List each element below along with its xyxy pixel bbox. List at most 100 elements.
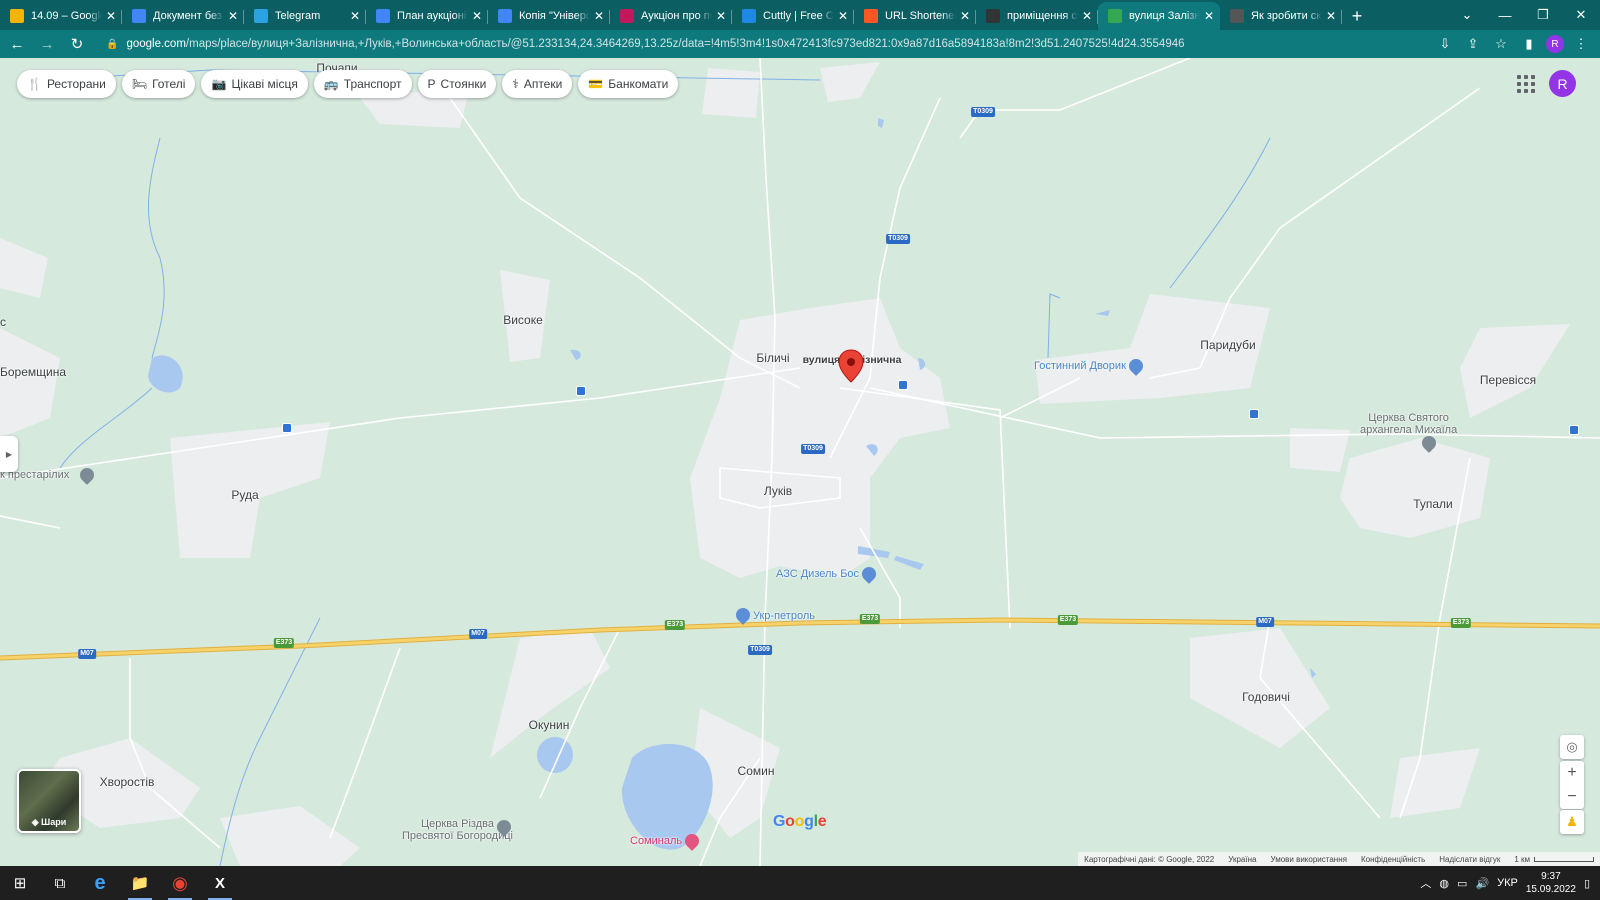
filter-chip[interactable]: 🛏 Готелі [121,70,196,98]
poi-gas-station-ukrpetrol[interactable]: Укр-петроль [753,610,815,622]
forward-button[interactable]: → [34,31,60,57]
tray-expand-icon[interactable]: ︿ [1420,875,1431,891]
bus-stop-icon[interactable] [898,380,908,390]
profile-avatar[interactable]: R [1546,35,1564,53]
tab-close-icon[interactable]: ✕ [716,9,726,23]
notifications-icon[interactable]: ▯ [1584,877,1590,890]
tab-close-icon[interactable]: ✕ [1082,9,1092,23]
bus-stop-icon[interactable] [1249,409,1259,419]
task-view-icon[interactable]: ⧉ [40,866,80,900]
tab-close-icon[interactable]: ✕ [228,9,238,23]
file-explorer-icon[interactable]: 📁 [120,866,160,900]
browser-tab[interactable]: вулиця Залізни ✕ [1098,2,1220,30]
place-label[interactable]: Сомин [738,764,775,778]
tab-close-icon[interactable]: ✕ [1326,9,1336,23]
place-label[interactable]: Окунин [529,718,570,732]
expand-side-panel-button[interactable]: ▶ [0,436,18,472]
zoom-controls: + − [1560,761,1584,809]
map-pin-icon[interactable] [838,349,864,388]
share-icon[interactable]: ⇪ [1462,33,1484,55]
layers-button[interactable]: ◈ Шари [17,769,81,833]
minimize-button[interactable]: — [1486,0,1524,30]
browser-tab[interactable]: Аукціон про пе ✕ [610,2,732,30]
zoom-out-button[interactable]: − [1560,785,1584,809]
language-indicator[interactable]: УКР [1497,877,1518,889]
browser-tab[interactable]: приміщення ск ✕ [976,2,1098,30]
place-label[interactable]: Високе [503,313,543,327]
account-avatar[interactable]: R [1549,70,1576,97]
browser-tab[interactable]: Документ без н ✕ [122,2,244,30]
new-tab-button[interactable]: + [1342,2,1372,30]
feedback-link[interactable]: Надіслати відгук [1439,855,1500,864]
browser-menu-icon[interactable]: ⋮ [1570,33,1592,55]
poi-church-rizdva[interactable]: Церква Різдва Пресвятої Богородиці [402,818,513,842]
filter-chip[interactable]: P Стоянки [417,70,497,98]
browser-tab[interactable]: План аукціонів ✕ [366,2,488,30]
telegram-tray-icon[interactable]: ◍ [1439,877,1449,890]
filter-chip[interactable]: 💳 Банкомати [578,70,679,98]
browser-tab[interactable]: URL Shortener - ✕ [854,2,976,30]
tab-close-icon[interactable]: ✕ [838,9,848,23]
network-icon[interactable]: ▭ [1457,877,1467,890]
close-window-button[interactable]: ✕ [1562,0,1600,30]
browser-tab[interactable]: Telegram ✕ [244,2,366,30]
tab-search-icon[interactable]: ⌄ [1448,0,1486,30]
place-label[interactable]: Руда [231,488,258,502]
browser-tab[interactable]: Cuttly | Free Cu ✕ [732,2,854,30]
place-label[interactable]: Луків [764,484,792,498]
lock-icon[interactable]: 🔒 [106,39,118,50]
start-icon[interactable]: ⊞ [0,866,40,900]
filter-chip[interactable]: ⚕ Аптеки [502,70,573,98]
browser-tab[interactable]: 14.09 – Google Д ✕ [0,2,122,30]
volume-icon[interactable]: 🔊 [1475,877,1489,890]
browser-tab[interactable]: Як зробити скр ✕ [1220,2,1342,30]
tab-close-icon[interactable]: ✕ [960,9,970,23]
filter-chip[interactable]: 🍴 Ресторани [17,70,116,98]
place-label[interactable]: Тупали [1413,497,1453,511]
edge-icon[interactable]: e [80,866,120,900]
place-label[interactable]: Біличі [756,351,789,365]
bus-stop-icon[interactable] [576,386,586,396]
privacy-link[interactable]: Конфіденційність [1361,855,1425,864]
place-label[interactable]: Паридуби [1200,338,1255,352]
excel-icon[interactable]: X [200,866,240,900]
filter-chip[interactable]: 🚌 Транспорт [313,70,412,98]
tab-close-icon[interactable]: ✕ [594,9,604,23]
address-bar[interactable]: 🔒 google.com/maps/place/вулиця+Залізничн… [98,31,1426,57]
place-label[interactable]: Годовичі [1242,690,1290,704]
terms-link[interactable]: Умови використання [1270,855,1346,864]
filter-chip[interactable]: 📷 Цікаві місця [201,70,308,98]
restore-button[interactable]: ❐ [1524,0,1562,30]
map-canvas[interactable]: Почапи Високе Біличі Боремщина Паридуби … [0,58,1600,866]
my-location-button[interactable]: ◎ [1560,735,1584,759]
scale-bar[interactable]: 1 км [1514,855,1594,864]
poi-gas-station[interactable]: АЗС Дизель Бос [776,564,880,584]
side-panel-icon[interactable]: ▮ [1518,33,1540,55]
reload-button[interactable]: ↻ [64,31,90,57]
country-link[interactable]: Україна [1228,855,1256,864]
place-label[interactable]: Перевісся [1480,373,1536,387]
poi-hotel[interactable]: Гостинний Дворик [1034,356,1146,376]
place-label[interactable]: Боремщина [0,365,66,379]
chip-label: Аптеки [523,77,563,91]
bus-stop-icon[interactable] [1569,425,1579,435]
clock[interactable]: 9:37 15.09.2022 [1526,870,1576,896]
browser-tab[interactable]: Копія "Універси ✕ [488,2,610,30]
tab-close-icon[interactable]: ✕ [350,9,360,23]
poi-church[interactable]: Церква Святого архангела Михаїла [1360,412,1457,436]
street-view-pegman-icon[interactable]: ♟ [1560,810,1584,834]
chrome-icon[interactable]: ◉ [160,866,200,900]
zoom-in-button[interactable]: + [1560,761,1584,785]
place-label[interactable]: Хворостів [100,775,155,789]
tab-close-icon[interactable]: ✕ [1204,9,1214,23]
tab-close-icon[interactable]: ✕ [472,9,482,23]
place-label[interactable]: с [0,315,6,329]
poi-somynal[interactable]: Соминаль [630,831,703,851]
poi-label: Соминаль [630,834,683,847]
google-apps-icon[interactable] [1514,72,1538,96]
bus-stop-icon[interactable] [282,423,292,433]
install-app-icon[interactable]: ⇩ [1434,33,1456,55]
back-button[interactable]: ← [4,31,30,57]
tab-close-icon[interactable]: ✕ [106,9,116,23]
bookmark-star-icon[interactable]: ☆ [1490,33,1512,55]
